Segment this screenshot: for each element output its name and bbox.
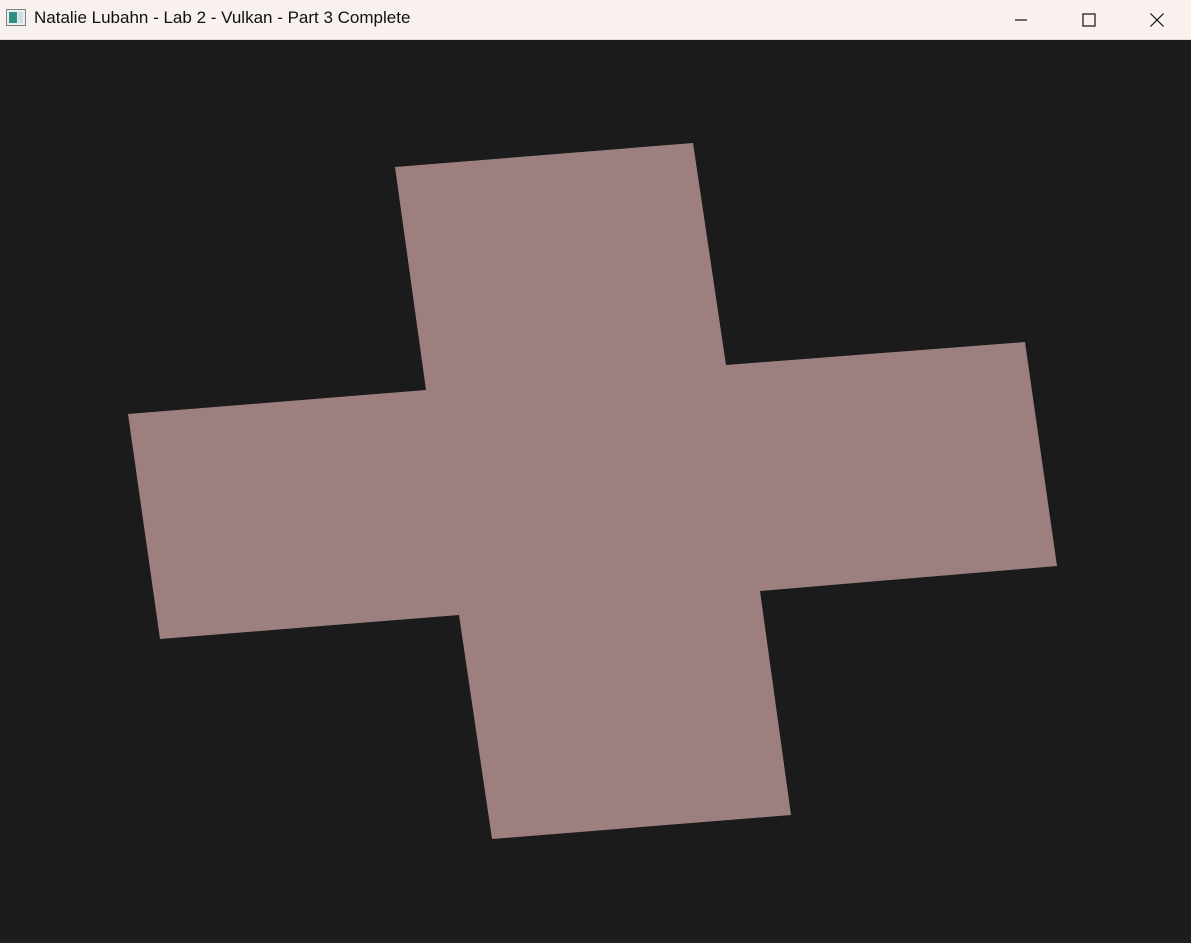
maximize-button[interactable] bbox=[1055, 0, 1123, 40]
application-window-icon[interactable] bbox=[6, 9, 26, 26]
close-icon bbox=[1150, 13, 1164, 27]
window-titlebar[interactable]: Natalie Lubahn - Lab 2 - Vulkan - Part 3… bbox=[0, 0, 1191, 40]
vulkan-render-canvas[interactable] bbox=[0, 40, 1191, 943]
window-title: Natalie Lubahn - Lab 2 - Vulkan - Part 3… bbox=[34, 8, 411, 27]
application-icon-right-panel bbox=[18, 12, 23, 23]
close-button[interactable] bbox=[1123, 0, 1191, 40]
window-controls bbox=[987, 0, 1191, 40]
maximize-icon bbox=[1082, 13, 1096, 27]
window-bottom-edge bbox=[0, 939, 1191, 943]
vulkan-app-window: Natalie Lubahn - Lab 2 - Vulkan - Part 3… bbox=[0, 0, 1191, 943]
application-icon-left-panel bbox=[9, 12, 17, 23]
minimize-button[interactable] bbox=[987, 0, 1055, 40]
minimize-icon bbox=[1015, 19, 1027, 21]
scene-svg bbox=[0, 40, 1191, 943]
